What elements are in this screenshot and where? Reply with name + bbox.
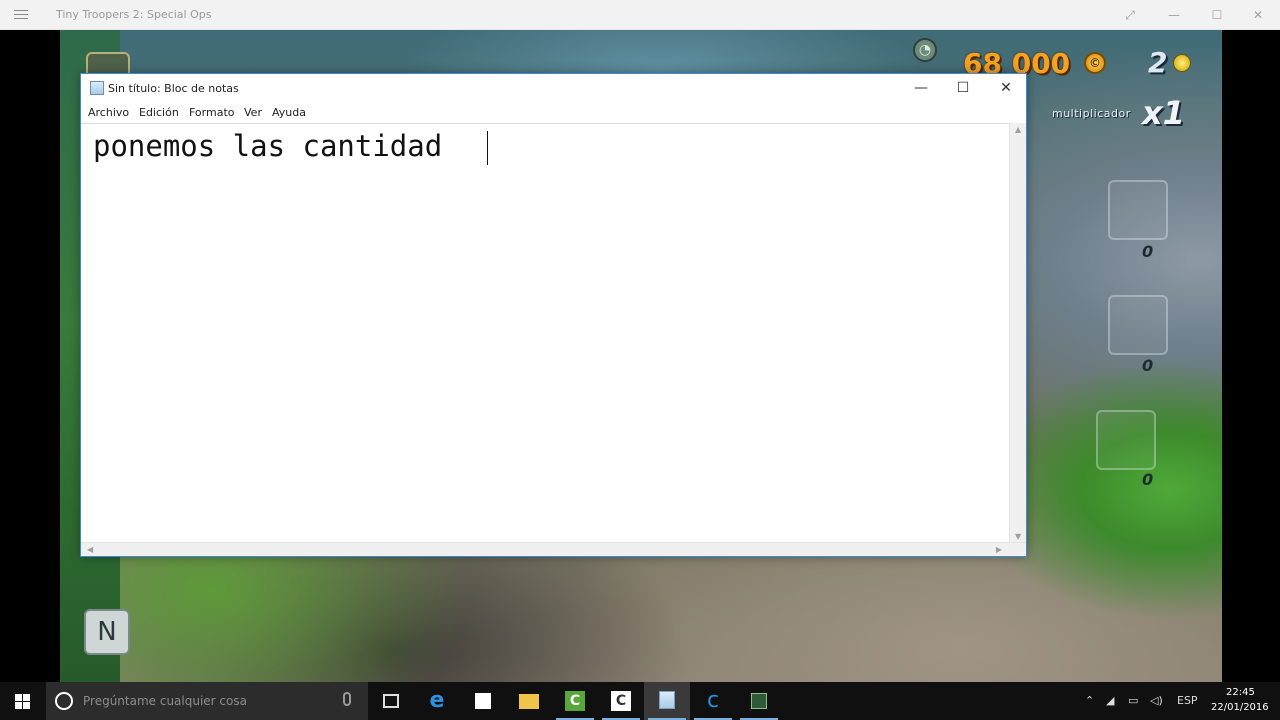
notepad-taskbar-button[interactable] — [644, 682, 690, 720]
camtasia-button[interactable]: C — [552, 682, 598, 720]
ccleaner-button[interactable]: c — [690, 682, 736, 720]
start-button[interactable] — [0, 682, 46, 720]
edge-icon: e — [429, 688, 445, 713]
app-titlebar: Tiny Troopers 2: Special Ops ⤢ — ☐ ✕ — [0, 0, 1280, 30]
game-taskbar-button[interactable] — [736, 682, 782, 720]
task-view-icon — [383, 694, 399, 708]
notepad-icon — [90, 81, 104, 95]
menu-edicion[interactable]: Edición — [139, 106, 179, 119]
microphone-icon[interactable] — [343, 692, 351, 706]
multiplier-value: x1 — [1142, 94, 1185, 132]
taskbar: Pregúntame cualquier cosa e C C c ⌃ ◢ ▭ … — [0, 682, 1280, 720]
ability-slot-3-count: 0 — [1142, 470, 1154, 489]
search-box[interactable]: Pregúntame cualquier cosa — [46, 682, 368, 720]
scroll-right-icon[interactable]: ▶ — [996, 545, 1002, 554]
notepad-minimize-button[interactable]: — — [899, 74, 943, 102]
coin-icon: © — [1084, 52, 1106, 74]
clock-time[interactable]: 22:45 — [1226, 687, 1255, 698]
app-close-button[interactable]: ✕ — [1236, 0, 1280, 30]
scroll-left-icon[interactable]: ◀ — [87, 545, 93, 554]
folder-icon — [519, 694, 539, 709]
app-title: Tiny Troopers 2: Special Ops — [56, 8, 212, 21]
task-view-button[interactable] — [368, 682, 414, 720]
ability-slot-2[interactable] — [1108, 295, 1168, 355]
ability-slot-1-count: 0 — [1142, 242, 1154, 261]
hamburger-menu-icon[interactable] — [14, 10, 28, 20]
menu-formato[interactable]: Formato — [189, 106, 235, 119]
scroll-up-icon[interactable]: ▲ — [1015, 125, 1021, 134]
grenade-icon: ◔ — [913, 38, 937, 62]
recorder-icon: C — [611, 691, 631, 711]
medal-icon — [1173, 54, 1191, 72]
ability-slot-2-count: 0 — [1142, 356, 1154, 375]
notepad-text: ponemos las cantidad — [93, 129, 460, 163]
horizontal-scrollbar[interactable]: ◀ ▶ — [81, 542, 1026, 556]
compass-icon[interactable]: N — [84, 609, 130, 655]
menu-archivo[interactable]: Archivo — [88, 106, 129, 119]
ability-slot-3[interactable] — [1096, 410, 1156, 470]
fullscreen-icon[interactable]: ⤢ — [1108, 0, 1152, 30]
show-hidden-icons-icon[interactable]: ⌃ — [1085, 694, 1094, 707]
camtasia-icon: C — [565, 691, 585, 711]
battery-icon[interactable]: ▭ — [1128, 694, 1138, 707]
menu-ayuda[interactable]: Ayuda — [272, 106, 306, 119]
ability-slot-1[interactable] — [1108, 180, 1168, 240]
clock-date[interactable]: 22/01/2016 — [1211, 702, 1269, 713]
hud-count: 2 — [1148, 46, 1168, 79]
notepad-taskbar-icon — [659, 691, 675, 709]
multiplier-label: multiplicador — [1052, 107, 1131, 120]
vertical-scrollbar[interactable]: ▲ ▼ — [1009, 123, 1026, 543]
edge-button[interactable]: e — [414, 682, 460, 720]
file-explorer-button[interactable] — [506, 682, 552, 720]
text-caret — [487, 131, 488, 165]
language-indicator[interactable]: ESP — [1177, 694, 1198, 707]
notepad-close-button[interactable]: ✕ — [984, 74, 1028, 102]
notepad-text-area[interactable]: ponemos las cantidad — [81, 123, 1026, 543]
store-button[interactable] — [460, 682, 506, 720]
network-icon[interactable]: ◢ — [1106, 694, 1114, 707]
app-maximize-button[interactable]: ☐ — [1195, 0, 1239, 30]
windows-logo-icon — [15, 694, 31, 710]
game-taskbar-icon — [751, 693, 767, 709]
ccleaner-icon: c — [706, 688, 720, 713]
notepad-title: Sin título: Bloc de notas — [108, 82, 239, 95]
volume-icon[interactable]: ◁) — [1150, 694, 1163, 707]
camtasia-recorder-button[interactable]: C — [598, 682, 644, 720]
cortana-icon[interactable] — [55, 692, 73, 710]
notepad-window: Sin título: Bloc de notas — ☐ ✕ Archivo … — [80, 73, 1027, 557]
notepad-menubar: Archivo Edición Formato Ver Ayuda — [81, 103, 1026, 123]
notepad-maximize-button[interactable]: ☐ — [941, 74, 985, 102]
search-placeholder: Pregúntame cualquier cosa — [83, 694, 247, 708]
scroll-down-icon[interactable]: ▼ — [1015, 532, 1021, 541]
store-icon — [475, 693, 491, 709]
menu-ver[interactable]: Ver — [244, 106, 262, 119]
app-minimize-button[interactable]: — — [1152, 0, 1196, 30]
notepad-titlebar[interactable]: Sin título: Bloc de notas — ☐ ✕ — [81, 74, 1026, 102]
